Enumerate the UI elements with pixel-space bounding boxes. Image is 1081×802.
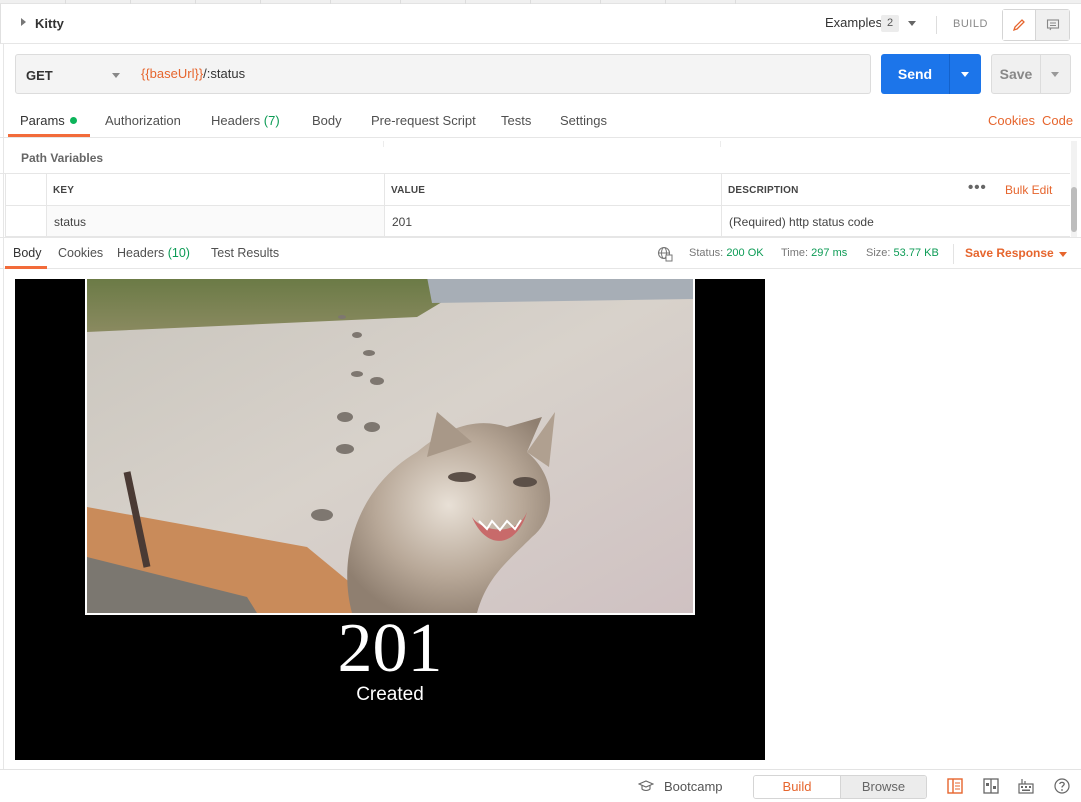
column-header-value: VALUE — [384, 174, 721, 205]
path-variables-title: Path Variables — [21, 151, 104, 165]
active-tab-indicator — [8, 134, 90, 137]
tab-label: Headers — [211, 113, 261, 128]
column-header-key: KEY — [46, 174, 384, 205]
method-select[interactable]: GET — [15, 54, 131, 94]
active-tab-indicator — [5, 266, 47, 269]
save-response-button[interactable]: Save Response — [965, 246, 1054, 260]
build-mode-button[interactable]: Build — [754, 776, 840, 798]
split-view-icon[interactable] — [982, 777, 1000, 798]
tab-label: Authorization — [105, 113, 181, 128]
tab-label: Pre-request Script — [371, 113, 476, 128]
divider — [949, 54, 950, 94]
time-value: 297 ms — [811, 247, 848, 259]
response-tab-headers[interactable]: Headers (10) — [117, 246, 190, 260]
time-readout: Time: 297 ms — [781, 247, 847, 259]
examples-count-badge: 2 — [881, 15, 899, 32]
response-status-message: Created — [356, 684, 424, 705]
table-header: KEY VALUE DESCRIPTION ••• Bulk Edit — [5, 174, 1070, 206]
cat-photo — [85, 279, 695, 615]
response-image: 201 Created — [15, 279, 765, 760]
pencil-icon — [1012, 19, 1025, 32]
tab-body[interactable]: Body — [312, 113, 342, 128]
scrollbar-thumb[interactable] — [1071, 187, 1077, 232]
headers-count: (10) — [167, 246, 190, 260]
code-link[interactable]: Code — [1042, 113, 1073, 128]
send-button-label: Send — [897, 66, 933, 82]
status-bar: Bootcamp Build Browse — [0, 769, 1081, 802]
response-status-code: 201 — [337, 610, 443, 687]
chevron-down-icon[interactable] — [908, 21, 916, 26]
save-button-label: Save — [999, 66, 1033, 82]
status-value: 200 OK — [726, 247, 764, 259]
cookies-link[interactable]: Cookies — [988, 113, 1035, 128]
send-options-chevron-icon[interactable] — [961, 72, 969, 77]
chevron-down-icon — [112, 73, 120, 78]
chevron-down-icon[interactable] — [1059, 252, 1067, 257]
response-tab-test-results[interactable]: Test Results — [211, 246, 279, 260]
expand-caret-icon[interactable] — [21, 18, 26, 26]
tab-label: Params — [20, 113, 65, 128]
divider — [936, 16, 937, 34]
row-handle — [5, 206, 46, 236]
size-label: Size: — [866, 247, 891, 259]
size-value: 53.77 KB — [893, 247, 939, 259]
url-path: /:status — [203, 66, 246, 81]
request-tabs: Params Authorization Headers (7) Body Pr… — [0, 104, 1081, 138]
more-options-icon[interactable]: ••• — [968, 180, 987, 195]
save-button[interactable]: Save — [991, 54, 1071, 94]
tab-label: Headers — [117, 246, 165, 260]
examples-dropdown-label[interactable]: Examples — [825, 15, 882, 30]
build-browse-toggle: Build Browse — [753, 775, 927, 799]
tab-headers[interactable]: Headers (7) — [211, 113, 280, 128]
status-label: Status: — [689, 247, 724, 259]
url-input[interactable]: {{baseUrl}}/:status — [130, 54, 871, 94]
graduation-cap-icon — [637, 779, 655, 796]
path-variables-table: KEY VALUE DESCRIPTION ••• Bulk Edit stat… — [5, 174, 1070, 237]
tab-settings[interactable]: Settings — [560, 113, 607, 128]
comments-mode-button[interactable] — [1036, 10, 1069, 40]
two-pane-view-icon[interactable] — [946, 777, 964, 798]
response-tab-cookies[interactable]: Cookies — [58, 246, 103, 260]
tab-label: Body — [312, 113, 342, 128]
row-handle-column — [5, 174, 46, 205]
path-variables-header — [0, 141, 1070, 174]
save-options-chevron-icon[interactable] — [1051, 72, 1059, 77]
tab-label: Settings — [560, 113, 607, 128]
tab-label: Tests — [501, 113, 532, 128]
description-cell[interactable]: (Required) http status code — [721, 206, 1070, 236]
edit-mode-button[interactable] — [1003, 10, 1037, 40]
size-readout: Size: 53.77 KB — [866, 247, 939, 259]
tab-authorization[interactable]: Authorization — [105, 113, 181, 128]
tab-tests[interactable]: Tests — [501, 113, 531, 128]
request-name-row: Kitty Examples 2 BUILD — [0, 4, 1081, 44]
bootcamp-button[interactable]: Bootcamp — [664, 779, 723, 794]
value-cell[interactable]: 201 — [384, 206, 721, 236]
request-name[interactable]: Kitty — [35, 16, 64, 31]
divider — [953, 244, 954, 264]
time-label: Time: — [781, 247, 809, 259]
divider — [1040, 55, 1041, 93]
keyboard-shortcuts-icon[interactable] — [1017, 777, 1035, 798]
view-mode-toggle — [1002, 9, 1070, 41]
tab-pre-request-script[interactable]: Pre-request Script — [371, 113, 476, 128]
url-variable: {{baseUrl}} — [141, 66, 204, 81]
params-scrollbar[interactable] — [1071, 141, 1077, 237]
build-mode-label: BUILD — [953, 18, 988, 30]
params-active-dot — [69, 117, 77, 124]
send-button[interactable]: Send — [881, 54, 981, 94]
help-icon[interactable] — [1053, 777, 1071, 798]
comment-icon — [1046, 19, 1059, 31]
method-value: GET — [26, 68, 53, 83]
browse-mode-button[interactable]: Browse — [840, 776, 926, 798]
tab-params[interactable]: Params — [20, 113, 77, 128]
response-tabs: Body Cookies Headers (10) Test Results S… — [0, 237, 1081, 269]
globe-icon[interactable] — [657, 246, 673, 265]
headers-count: (7) — [263, 113, 280, 128]
response-tab-body[interactable]: Body — [13, 246, 42, 260]
key-cell: status — [46, 206, 384, 236]
table-row: status 201 (Required) http status code — [5, 206, 1070, 237]
status-readout: Status: 200 OK — [689, 247, 764, 259]
bulk-edit-link[interactable]: Bulk Edit — [1005, 183, 1052, 197]
